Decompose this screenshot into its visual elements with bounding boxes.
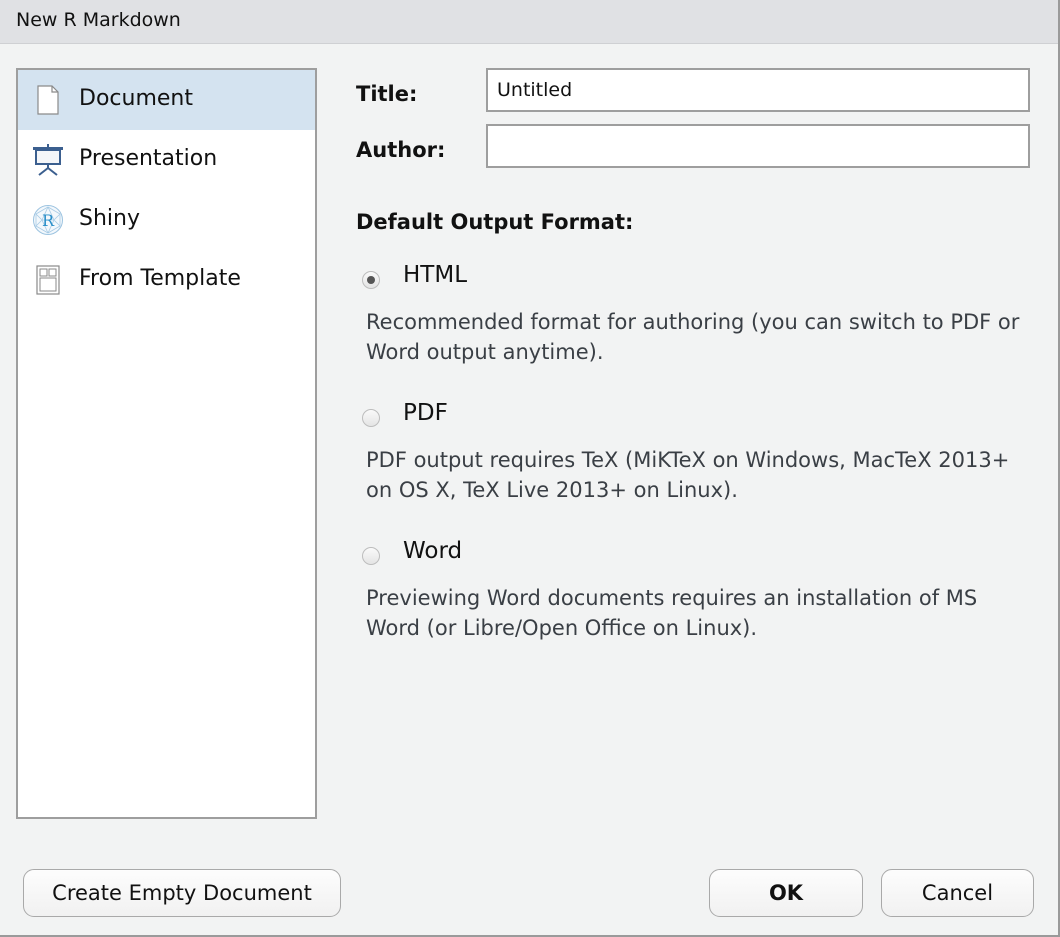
radio-label-html[interactable]: HTML — [403, 262, 467, 288]
dialog-titlebar: New R Markdown — [0, 0, 1058, 44]
output-format-heading: Default Output Format: — [356, 210, 634, 234]
list-item-document[interactable]: Document — [18, 70, 315, 130]
list-item-shiny[interactable]: R Shiny — [18, 190, 315, 250]
document-icon — [32, 84, 64, 116]
document-type-list[interactable]: Document Presentation R Shiny From Templ… — [16, 68, 317, 819]
shiny-icon: R — [32, 204, 64, 236]
author-input[interactable] — [486, 124, 1030, 168]
list-item-label: Shiny — [79, 206, 140, 231]
list-item-presentation[interactable]: Presentation — [18, 130, 315, 190]
radio-button-html[interactable] — [362, 271, 380, 289]
svg-text:R: R — [42, 211, 55, 230]
title-label: Title: — [356, 82, 418, 106]
radio-label-word[interactable]: Word — [403, 538, 462, 564]
radio-button-pdf[interactable] — [362, 409, 380, 427]
author-label: Author: — [356, 138, 446, 162]
ok-button[interactable]: OK — [709, 869, 863, 917]
word-description: Previewing Word documents requires an in… — [366, 586, 978, 640]
template-icon — [32, 264, 64, 296]
list-item-from-template[interactable]: From Template — [18, 250, 315, 310]
list-item-label: Document — [79, 86, 193, 111]
dialog-title: New R Markdown — [16, 9, 181, 31]
list-item-label: Presentation — [79, 146, 218, 171]
radio-button-word[interactable] — [362, 547, 380, 565]
list-item-label: From Template — [79, 266, 241, 291]
title-input[interactable] — [486, 68, 1030, 112]
pdf-description: PDF output requires TeX (MiKTeX on Windo… — [366, 448, 1010, 502]
create-empty-document-button[interactable]: Create Empty Document — [23, 869, 341, 917]
cancel-button[interactable]: Cancel — [881, 869, 1034, 917]
html-description: Recommended format for authoring (you ca… — [366, 310, 1020, 364]
radio-label-pdf[interactable]: PDF — [403, 400, 448, 426]
presentation-icon — [32, 144, 64, 176]
